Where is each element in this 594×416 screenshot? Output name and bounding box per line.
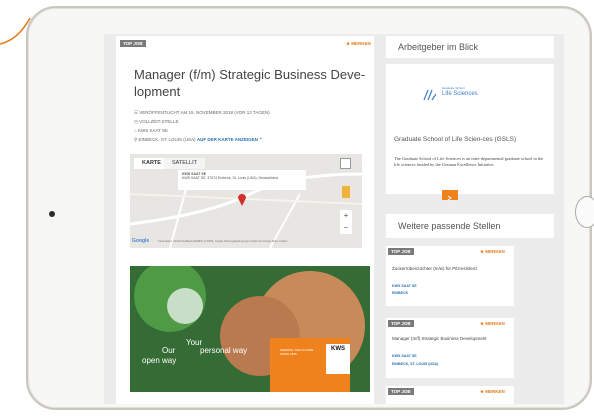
arrow-right-icon [447, 195, 452, 201]
map-pin-icon[interactable] [238, 194, 246, 206]
job-2-merken[interactable]: ★ MERKEN [480, 321, 505, 327]
fullscreen-icon[interactable] [340, 158, 351, 169]
employer-photo: Your personal way Our open way KWS SEEDI… [130, 266, 370, 392]
google-logo: Google [132, 238, 150, 244]
job-card-2[interactable]: TOP JOB ★ MERKEN Manager (m/f) Strategic… [386, 318, 514, 378]
job-3-merken[interactable]: ★ MERKEN [480, 389, 505, 395]
job-2-company: KWS SAAT SE [392, 354, 417, 358]
job-1-location: EINBECK [392, 291, 409, 295]
kws-logo: KWS [326, 344, 350, 374]
tablet-camera [49, 211, 55, 217]
job-2-location: EINBECK, ST. LOUIS (USA) [392, 362, 439, 366]
employer-name[interactable]: Graduate School of Life Scien-ces (GSLS) [394, 136, 544, 144]
job-card-1[interactable]: TOP JOB ★ MERKEN Zuckerrübenzüchter (m/w… [386, 246, 514, 306]
published-date: ☰ VERÖFFENTLICHT AM 15. NOVEMBER 2018 (V… [134, 110, 270, 115]
map-footer: Kartendaten ©2018 GeoBasis-DE/BKG (©2009… [158, 240, 288, 243]
job-1-merken[interactable]: ★ MERKEN [480, 249, 505, 255]
logo-text: Life Sciences [442, 91, 478, 97]
employer-description: The Graduate School of Life Sciences is … [394, 156, 544, 167]
job-1-company: KWS SAAT SE [392, 284, 417, 288]
photo-text-personal: personal way [200, 346, 248, 355]
job-2-badge: TOP JOB [388, 320, 414, 327]
zoom-control[interactable]: + − [340, 210, 352, 234]
life-sciences-logo-icon [423, 89, 436, 101]
job-3-badge: TOP JOB [388, 388, 414, 395]
sidebar: Arbeitgeber im Blick Graduate School Lif… [386, 36, 554, 404]
map-info-address: KWS SAAT SE, 37574 Einbeck, St. Louis (U… [182, 176, 278, 180]
location-text: ⚲ EINBECK, ST. LOUIS (USA) [134, 137, 196, 142]
photo-text-open: open way [142, 356, 177, 365]
employer-heading: Arbeitgeber im Blick [398, 42, 479, 52]
location-line: ⚲ EINBECK, ST. LOUIS (USA) AUF DER KARTE… [134, 137, 263, 143]
job-title: Manager (f/m) Strategic Business Deve-lo… [134, 67, 366, 99]
street-view-pegman-icon[interactable] [342, 186, 350, 198]
employer-card[interactable]: Graduate School Life Sciences Graduate S… [386, 64, 554, 194]
job-1-title[interactable]: Zuckerrübenzüchter (m/w) für Pilzresiste… [392, 266, 492, 272]
zoom-in-icon[interactable]: + [340, 210, 352, 222]
zoom-out-icon[interactable]: − [340, 222, 352, 234]
employer-arrow-button[interactable] [442, 190, 458, 201]
job-card-3[interactable]: TOP JOB ★ MERKEN [386, 386, 514, 404]
job-detail-panel: TOP JOB ★ MERKEN Manager (f/m) Strategic… [116, 36, 374, 404]
decorative-orange-line [0, 17, 31, 45]
show-on-map-link[interactable]: AUF DER KARTE ANZEIGEN ⌃ [197, 137, 263, 142]
company-name: ⌂ KWS SAAT SE [134, 128, 169, 133]
map-info-window: KWS SAAT SE KWS SAAT SE, 37574 Einbeck, … [178, 170, 306, 190]
merken-button[interactable]: ★ MERKEN [346, 41, 371, 47]
employment-type: ◷ VOLLZEIT-STELLE [134, 119, 179, 124]
top-job-badge: TOP JOB [120, 40, 146, 47]
map-tab-satellit[interactable]: SATELLIT [164, 158, 205, 169]
job-1-badge: TOP JOB [388, 248, 414, 255]
photo-text-our: Our [162, 346, 176, 355]
google-map[interactable]: KARTE SATELLIT KWS SAAT SE KWS SAAT SE, … [130, 154, 362, 248]
logo-small-text: Graduate School [442, 86, 465, 90]
browser-screen: TOP JOB ★ MERKEN Manager (f/m) Strategic… [104, 34, 564, 404]
kws-tagline: SEEDING THE FUTURE SINCE 1856 [280, 348, 314, 356]
more-jobs-heading: Weitere passende Stellen [398, 221, 501, 231]
jobs-heading-card: Weitere passende Stellen [386, 214, 554, 238]
job-2-title[interactable]: Manager (m/f) Strategic Business Develop… [392, 336, 492, 342]
employer-heading-card: Arbeitgeber im Blick [386, 36, 554, 58]
tablet-home-button[interactable] [575, 196, 594, 228]
